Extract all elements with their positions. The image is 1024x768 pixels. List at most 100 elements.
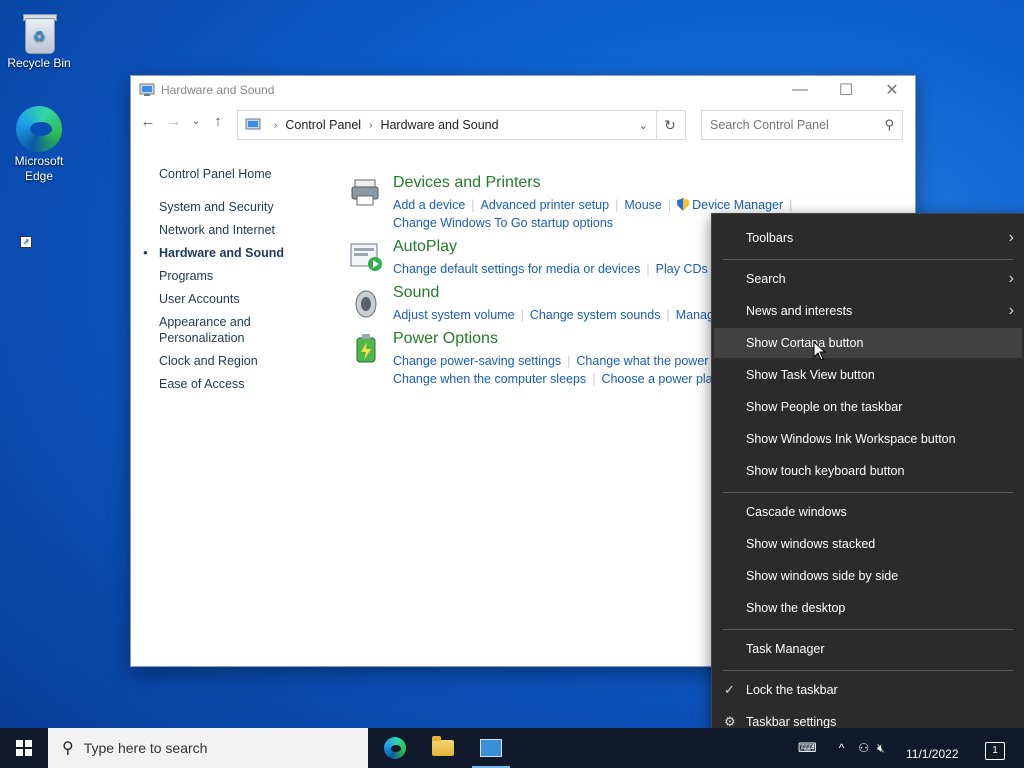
volume-muted-icon[interactable]: 🔇︎ [877, 741, 885, 756]
taskbar-context-menu: Toolbars › Search › News and interests › Sh… [711, 213, 1024, 749]
taskbar-date[interactable]: 11/1/2022 [906, 747, 959, 761]
chevron-up-icon[interactable]: ^ [839, 741, 845, 755]
link-change-system-sounds[interactable]: Change system sounds [530, 308, 661, 322]
arrow-up-icon: ↑ [214, 112, 222, 130]
maximize-button[interactable]: ☐ [823, 76, 869, 104]
close-button[interactable]: ✕ [869, 76, 915, 104]
menu-item-search[interactable]: Search › [712, 264, 1024, 294]
control-panel-icon [245, 118, 261, 130]
back-button[interactable]: ← [135, 108, 161, 134]
menu-divider [723, 670, 1013, 671]
minimize-button[interactable]: — [777, 76, 823, 104]
menu-item-show-touch-keyboard[interactable]: Show touch keyboard button [712, 456, 1024, 486]
search-icon: ⚲ [62, 740, 74, 757]
taskbar-search-box[interactable]: ⚲ Type here to search [48, 728, 368, 768]
chevron-down-icon[interactable]: ⌄ [639, 119, 648, 132]
breadcrumb-control-panel[interactable]: Control Panel [285, 118, 361, 132]
search-icon: ⚲ [884, 117, 894, 132]
link-advanced-printer-setup[interactable]: Advanced printer setup [481, 198, 610, 212]
notification-center-button[interactable]: 1 [985, 742, 1005, 760]
control-panel-icon [139, 83, 155, 96]
recycle-bin-icon: ♻ [21, 12, 57, 54]
mouse-cursor-icon [813, 341, 827, 361]
taskbar[interactable]: ⚲ Type here to search ⌨ ^ ⚇ 🔇︎ 11/1/2022… [0, 728, 1024, 768]
network-icon[interactable]: ⚇ [858, 741, 869, 755]
category-title[interactable]: Power Options [393, 330, 498, 348]
menu-item-cascade-windows[interactable]: Cascade windows [712, 497, 1024, 527]
taskbar-app-control-panel[interactable] [468, 728, 514, 768]
nav-ease-of-access[interactable]: Ease of Access [159, 372, 329, 395]
link-mouse[interactable]: Mouse [624, 198, 662, 212]
category-title[interactable]: Devices and Printers [393, 174, 541, 192]
category-title[interactable]: AutoPlay [393, 238, 457, 256]
desktop-icon-label: Microsoft Edge [14, 154, 64, 183]
search-box[interactable]: ⚲ [701, 110, 903, 140]
printer-icon [351, 179, 379, 206]
menu-item-show-windows-ink[interactable]: Show Windows Ink Workspace button [712, 424, 1024, 454]
menu-item-show-task-view-button[interactable]: Show Task View button [712, 360, 1024, 390]
menu-divider [723, 629, 1013, 630]
link-choose-power-plan[interactable]: Choose a power plan [601, 372, 719, 386]
menu-item-show-people[interactable]: Show People on the taskbar [712, 392, 1024, 422]
nav-clock-and-region[interactable]: Clock and Region [159, 349, 329, 372]
nav-control-panel-home[interactable]: Control Panel Home [159, 162, 329, 185]
menu-item-show-cortana-button[interactable]: Show Cortana button [714, 328, 1022, 358]
link-adjust-system-volume[interactable]: Adjust system volume [393, 308, 515, 322]
address-bar[interactable]: › Control Panel › Hardware and Sound ⌄ [237, 110, 657, 140]
system-tray: ⌨ ^ ⚇ 🔇︎ [798, 728, 885, 768]
refresh-icon: ↻ [664, 116, 676, 133]
link-device-manager[interactable]: Device Manager [692, 198, 783, 212]
link-change-default-settings[interactable]: Change default settings for media or dev… [393, 262, 640, 276]
breadcrumb-separator-icon: › [369, 119, 373, 131]
menu-item-show-windows-stacked[interactable]: Show windows stacked [712, 529, 1024, 559]
taskbar-search-placeholder: Type here to search [83, 740, 208, 756]
menu-item-show-windows-side-by-side[interactable]: Show windows side by side [712, 561, 1024, 591]
menu-item-news-and-interests[interactable]: News and interests › [712, 296, 1024, 326]
desktop-icon-label: Recycle Bin [7, 56, 71, 70]
checkmark-icon: ✓ [724, 682, 735, 697]
link-change-power-saving-settings[interactable]: Change power-saving settings [393, 354, 561, 368]
speaker-icon [355, 290, 377, 318]
nav-network-and-internet[interactable]: Network and Internet [159, 218, 329, 241]
up-button[interactable]: ↑ [205, 108, 231, 134]
chevron-right-icon: › [1008, 229, 1014, 246]
category-title[interactable]: Sound [393, 284, 439, 302]
breadcrumb-hardware-and-sound[interactable]: Hardware and Sound [380, 118, 498, 132]
windows-logo-icon [16, 740, 32, 756]
taskbar-app-edge[interactable] [372, 728, 418, 768]
window-title: Hardware and Sound [161, 83, 275, 97]
touch-keyboard-icon[interactable]: ⌨ [798, 740, 817, 756]
link-add-a-device[interactable]: Add a device [393, 198, 465, 212]
menu-item-lock-the-taskbar[interactable]: ✓ Lock the taskbar [712, 675, 1024, 705]
nav-user-accounts[interactable]: User Accounts [159, 287, 329, 310]
menu-divider [723, 259, 1013, 260]
menu-divider [723, 492, 1013, 493]
link-change-windows-to-go[interactable]: Change Windows To Go startup options [393, 216, 613, 230]
control-panel-icon [480, 739, 502, 757]
forward-button[interactable]: → [161, 108, 187, 134]
left-navigation: Control Panel Home System and Security N… [143, 162, 329, 395]
nav-system-and-security[interactable]: System and Security [159, 195, 329, 218]
search-input[interactable] [702, 117, 872, 133]
chevron-down-icon: ⌄ [191, 115, 201, 127]
recent-locations-button[interactable]: ⌄ [187, 108, 205, 134]
shortcut-arrow-icon: ↗ [20, 236, 32, 248]
edge-icon [16, 106, 62, 152]
nav-programs[interactable]: Programs [159, 264, 329, 287]
nav-appearance-and-personalization[interactable]: Appearance and Personalization [159, 310, 259, 349]
start-button[interactable] [0, 728, 48, 768]
refresh-button[interactable]: ↻ [655, 110, 686, 140]
menu-item-toolbars[interactable]: Toolbars › [712, 223, 1024, 253]
chevron-right-icon: › [1008, 270, 1014, 287]
nav-hardware-and-sound[interactable]: Hardware and Sound [143, 241, 329, 264]
desktop-icon-edge[interactable]: ↗ Microsoft Edge [4, 104, 74, 248]
menu-item-task-manager[interactable]: Task Manager [712, 634, 1024, 664]
menu-item-show-the-desktop[interactable]: Show the desktop [712, 593, 1024, 623]
title-bar[interactable]: Hardware and Sound — ☐ ✕ [131, 76, 915, 104]
link-change-when-computer-sleeps[interactable]: Change when the computer sleeps [393, 372, 586, 386]
taskbar-app-file-explorer[interactable] [420, 728, 466, 768]
arrow-left-icon: ← [140, 112, 156, 130]
desktop-icon-recycle-bin[interactable]: ♻ Recycle Bin [4, 8, 74, 70]
chevron-right-icon: › [1008, 302, 1014, 319]
arrow-right-icon: → [166, 112, 182, 130]
